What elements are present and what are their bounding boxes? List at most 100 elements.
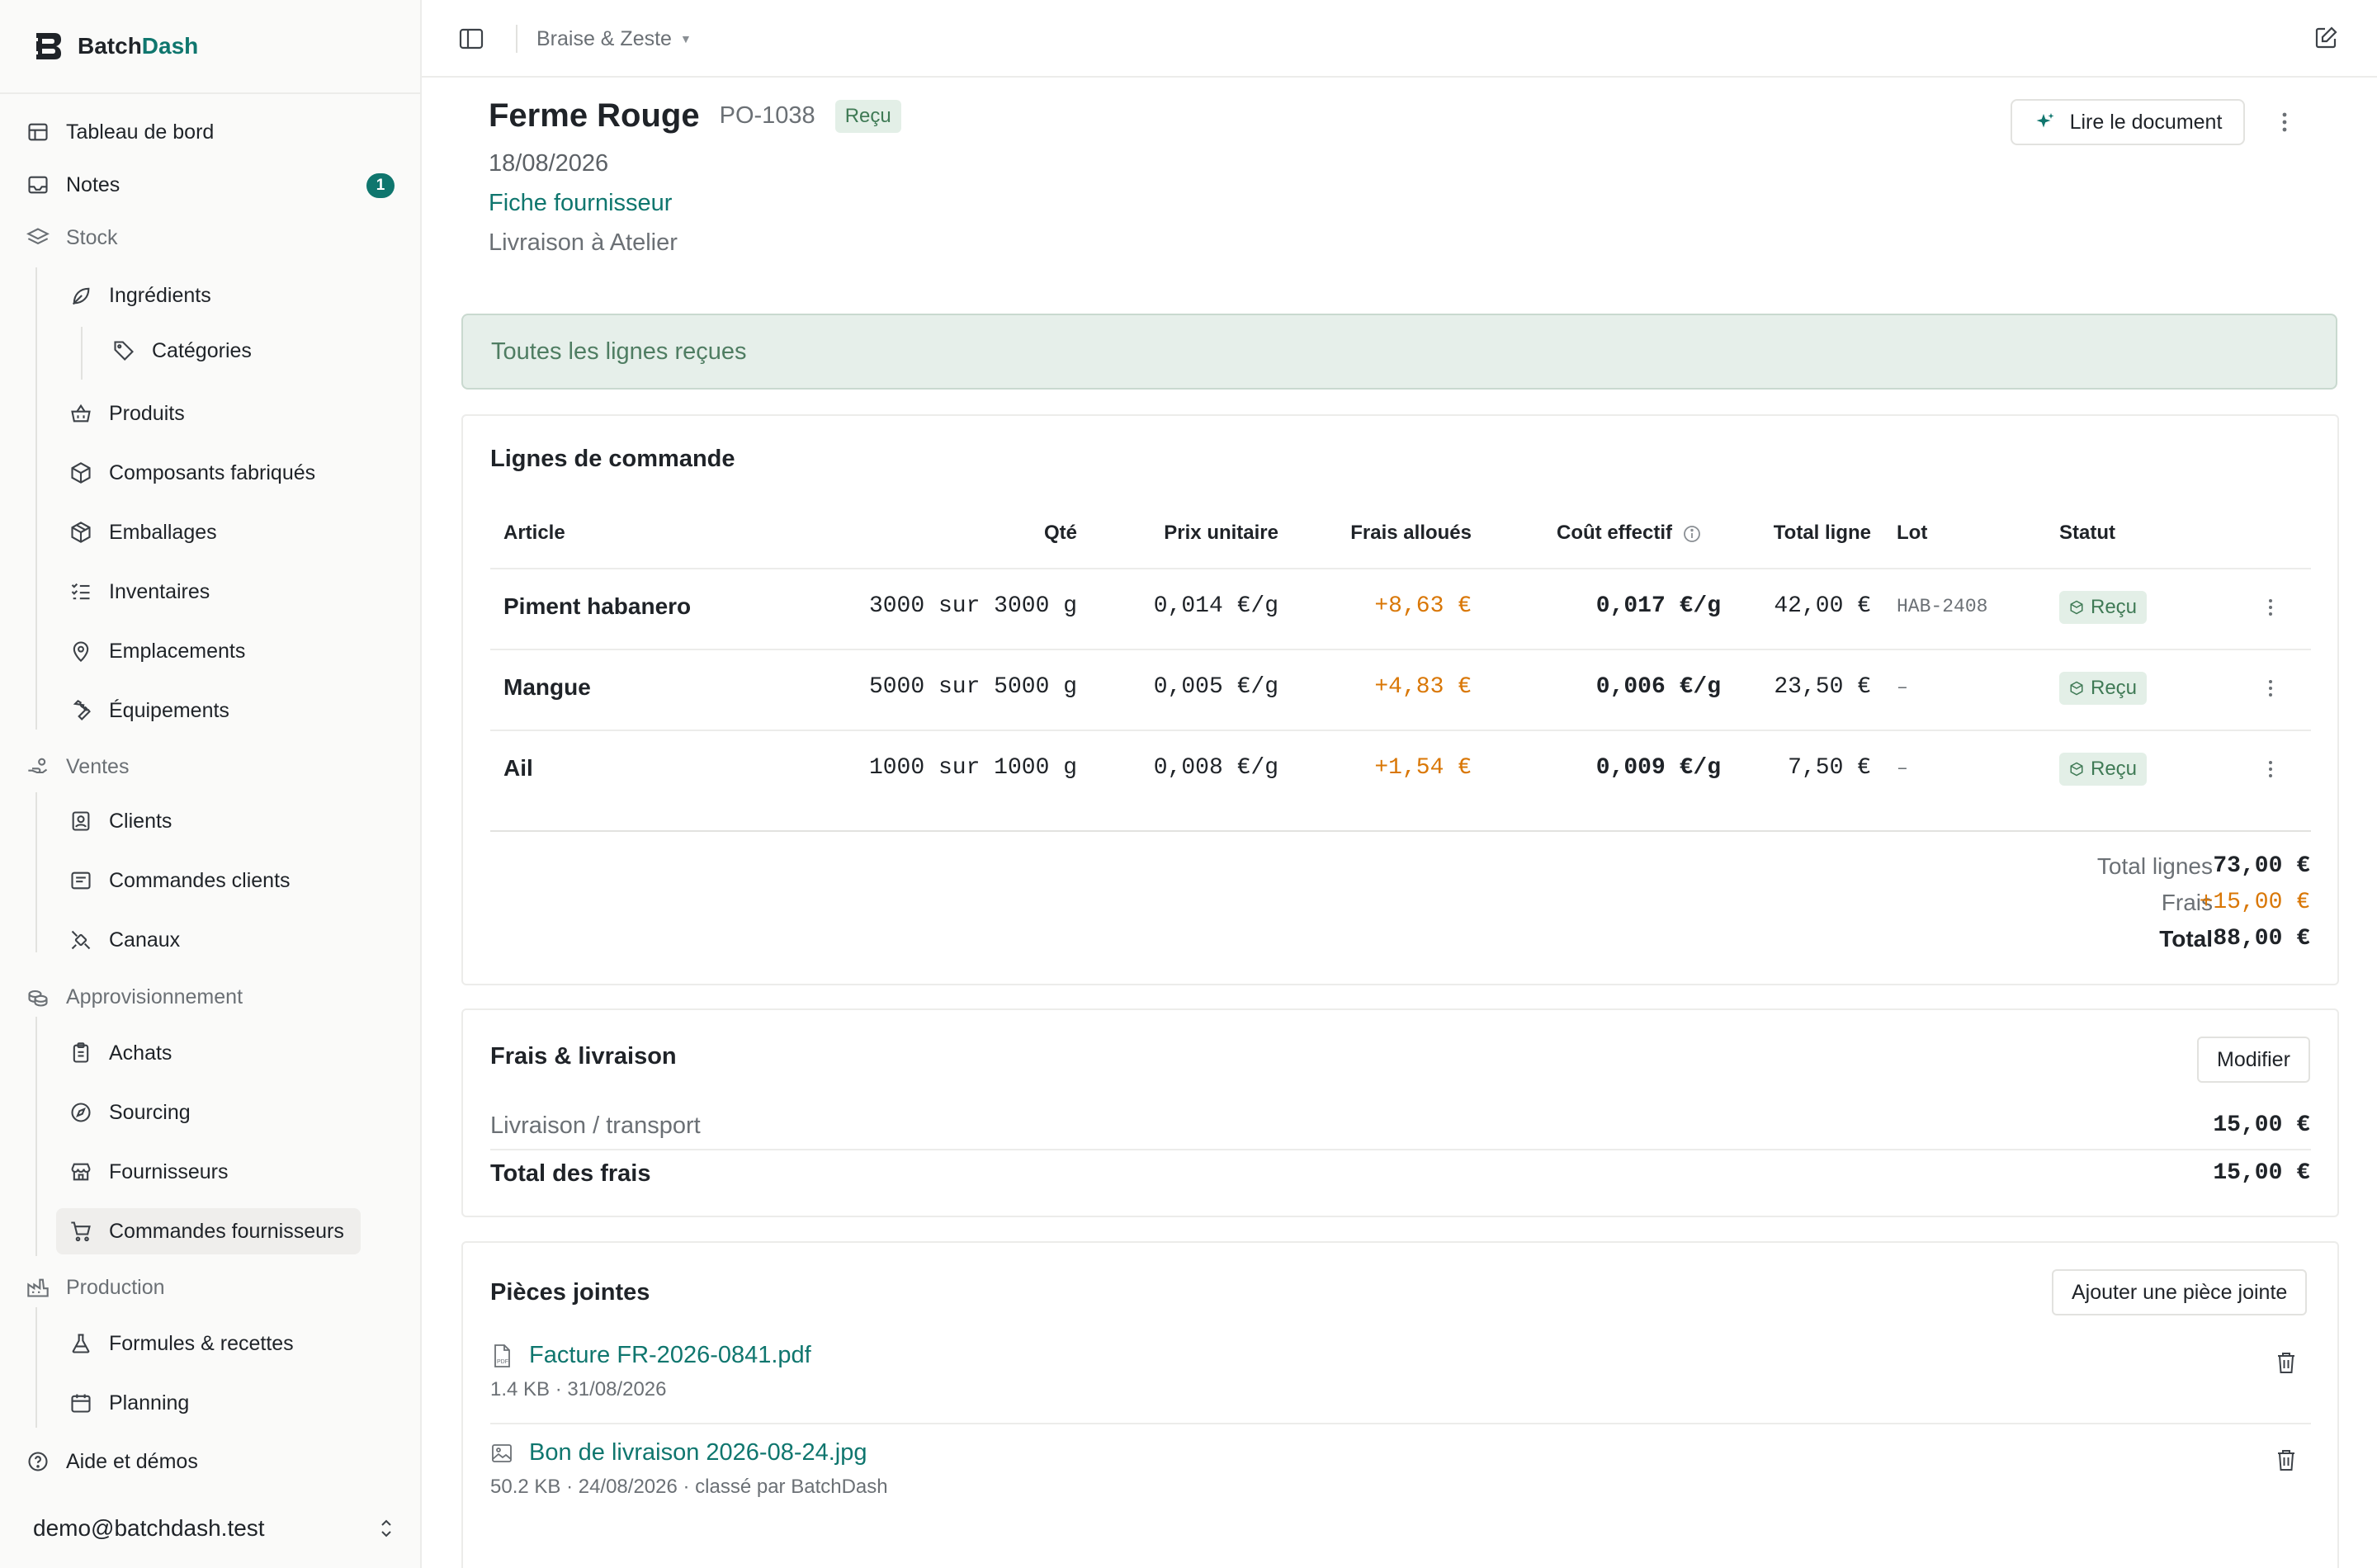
- po-number: PO-1038: [719, 102, 815, 129]
- sidebar-item-categories[interactable]: Catégories: [112, 328, 252, 374]
- sidebar-item-achats[interactable]: Achats: [69, 1030, 172, 1076]
- table-header-rule: [490, 568, 2311, 569]
- sidebar-item-clients[interactable]: Clients: [69, 798, 172, 844]
- sidebar-item-label: Stock: [66, 225, 118, 249]
- attachment-link[interactable]: Facture FR-2026-0841.pdf: [529, 1342, 811, 1369]
- sidebar-item-label: Fournisseurs: [109, 1159, 229, 1183]
- attachment-divider: [490, 1423, 2311, 1424]
- attachments-title: Pièces jointes: [490, 1279, 650, 1306]
- row-status-badge: Reçu: [2059, 591, 2148, 624]
- sidebar-item-formules-recettes[interactable]: Formules & recettes: [69, 1320, 294, 1367]
- sidebar-item-ingredients[interactable]: Ingrédients: [69, 272, 211, 319]
- workspace-switcher[interactable]: Braise & Zeste ▼: [536, 25, 692, 53]
- unit-price-value: 0,014 €/g: [1153, 593, 1278, 619]
- sidebar-group-production[interactable]: Production: [26, 1264, 165, 1311]
- article-name: Mangue: [503, 674, 591, 700]
- contact-icon: [69, 810, 92, 833]
- fees-total-value: 15,00 €: [2213, 1160, 2310, 1186]
- tree-line-production: [35, 1307, 37, 1428]
- sidebar-item-label: Équipements: [109, 698, 229, 722]
- row-more-icon[interactable]: [2262, 675, 2279, 701]
- compass-icon: [69, 1101, 92, 1124]
- sidebar-item-label: Produits: [109, 401, 185, 425]
- user-menu[interactable]: demo@batchdash.test: [33, 1505, 396, 1551]
- edit-icon[interactable]: [2313, 25, 2339, 51]
- flask-icon: [69, 1332, 92, 1355]
- sidebar-item-sourcing[interactable]: Sourcing: [69, 1089, 191, 1136]
- line-total-value: 7,50 €: [1788, 755, 1871, 781]
- qty-value: 1000 sur 1000 g: [868, 755, 1077, 781]
- sidebar-item-produits[interactable]: Produits: [69, 390, 185, 437]
- effective-cost-value: 0,009 €/g: [1595, 755, 1721, 781]
- sidebar-item-emplacements[interactable]: Emplacements: [69, 628, 245, 674]
- dashboard-icon: [26, 120, 50, 144]
- sidebar-toggle-icon[interactable]: [458, 26, 484, 51]
- qty-value: 5000 sur 5000 g: [868, 674, 1077, 700]
- sidebar-item-tableau-de-bord[interactable]: Tableau de bord: [26, 109, 214, 155]
- sidebar-group-stock[interactable]: Stock: [26, 215, 118, 261]
- factory-icon: [26, 1276, 50, 1299]
- row-more-icon[interactable]: [2262, 756, 2279, 782]
- trash-icon[interactable]: [2275, 1350, 2298, 1375]
- hand-coins-icon: [26, 755, 50, 778]
- sidebar-item-label: Ventes: [66, 754, 130, 778]
- sidebar-item-label: Composants fabriqués: [109, 460, 316, 484]
- sidebar-item-commandes-clients[interactable]: Commandes clients: [69, 857, 291, 904]
- fees-title: Frais & livraison: [490, 1043, 677, 1070]
- sidebar-item-emballages[interactable]: Emballages: [69, 509, 217, 555]
- sidebar-item-label: Notes: [66, 172, 121, 196]
- trash-icon[interactable]: [2275, 1448, 2298, 1472]
- column-header-line-total: Total ligne: [1773, 522, 1871, 544]
- sidebar-item-composants-fabriques[interactable]: Composants fabriqués: [69, 450, 315, 496]
- package-check-icon: [2070, 762, 2083, 777]
- sidebar-item-equipements[interactable]: Équipements: [69, 687, 229, 734]
- map-pin-icon: [69, 640, 92, 663]
- lot-value: HAB-2408: [1897, 596, 1988, 617]
- delivery-fee-label: Livraison / transport: [490, 1112, 701, 1139]
- allocated-fees-value: +4,83 €: [1374, 674, 1472, 700]
- sidebar-item-planning[interactable]: Planning: [69, 1380, 189, 1426]
- sidebar: BatchDash Tableau de bord Notes 1 Stock …: [0, 0, 422, 1568]
- row-more-icon[interactable]: [2262, 594, 2279, 621]
- brand[interactable]: BatchDash: [30, 28, 198, 64]
- attachment-link[interactable]: Bon de livraison 2026-08-24.jpg: [529, 1439, 867, 1466]
- sidebar-item-canaux[interactable]: Canaux: [69, 917, 180, 963]
- sidebar-item-label: Achats: [109, 1041, 172, 1065]
- more-options-icon[interactable]: [2271, 106, 2298, 139]
- total-lines-label: Total lignes: [2096, 853, 2213, 879]
- sidebar-item-fournisseurs[interactable]: Fournisseurs: [69, 1149, 229, 1195]
- basket-icon: [69, 402, 92, 425]
- edit-fees-button[interactable]: Modifier: [2197, 1037, 2310, 1083]
- tree-line-ingredients: [81, 327, 83, 380]
- sidebar-group-ventes[interactable]: Ventes: [26, 744, 129, 790]
- column-header-unit-price: Prix unitaire: [1164, 522, 1278, 544]
- sidebar-item-aide-demos[interactable]: Aide et démos: [26, 1438, 198, 1485]
- sidebar-item-commandes-fournisseurs[interactable]: Commandes fournisseurs: [56, 1208, 361, 1254]
- sidebar-item-label: Tableau de bord: [66, 120, 215, 144]
- help-icon: [26, 1450, 50, 1473]
- lot-value: –: [1897, 677, 1908, 698]
- sidebar-item-label: Ingrédients: [109, 283, 211, 307]
- sidebar-item-label: Catégories: [152, 338, 252, 362]
- sidebar-item-label: Planning: [109, 1391, 190, 1415]
- delivery-fee-value: 15,00 €: [2213, 1112, 2310, 1138]
- info-icon[interactable]: [1683, 525, 1701, 543]
- sparkles-icon: [2036, 113, 2054, 128]
- grand-total-value: 88,00 €: [2213, 926, 2310, 952]
- svg-text:PDF: PDF: [497, 1359, 508, 1365]
- notes-count-badge: 1: [366, 173, 395, 198]
- effective-cost-value: 0,006 €/g: [1595, 674, 1721, 700]
- sidebar-group-approvisionnement[interactable]: Approvisionnement: [26, 974, 243, 1020]
- sidebar-item-notes[interactable]: Notes: [26, 162, 120, 208]
- calendar-icon: [69, 1391, 92, 1415]
- sidebar-item-inventaires[interactable]: Inventaires: [69, 569, 210, 615]
- sidebar-item-label: Emplacements: [109, 639, 246, 663]
- totals-rule: [490, 830, 2311, 832]
- supplier-profile-link[interactable]: Fiche fournisseur: [489, 190, 672, 217]
- user-email: demo@batchdash.test: [33, 1515, 265, 1541]
- add-attachment-button[interactable]: Ajouter une pièce jointe: [2052, 1269, 2308, 1315]
- checklist-icon: [69, 580, 92, 603]
- topbar: Braise & Zeste ▼: [422, 0, 2377, 78]
- read-document-button[interactable]: Lire le document: [2011, 99, 2245, 145]
- sidebar-item-label: Commandes fournisseurs: [109, 1219, 344, 1243]
